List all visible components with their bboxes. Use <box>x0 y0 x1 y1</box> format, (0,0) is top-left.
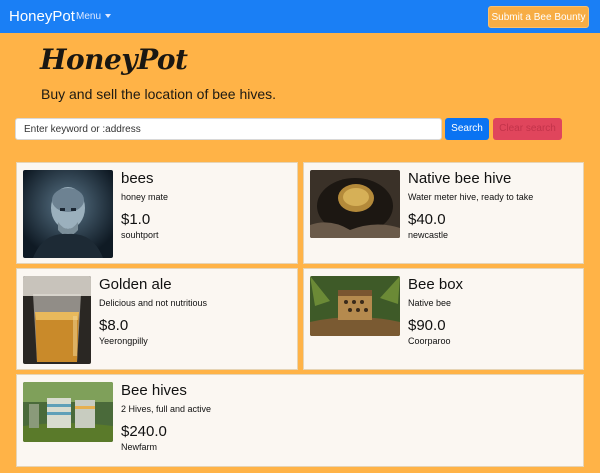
listing-image <box>23 170 113 258</box>
listing-image <box>23 382 113 442</box>
listing-price: $8.0 <box>99 317 129 334</box>
listing-description: Water meter hive, ready to take <box>408 192 534 202</box>
listing-price: $90.0 <box>408 317 446 334</box>
menu-dropdown[interactable]: Menu <box>76 11 112 22</box>
listing-title: Bee hives <box>121 382 187 399</box>
chevron-down-icon <box>105 14 112 19</box>
listing-title: Native bee hive <box>408 170 512 187</box>
listing-description: Delicious and not nutritious <box>99 298 208 308</box>
listing-image <box>310 276 400 336</box>
logo: HoneyPot <box>40 43 188 76</box>
listing-price: $240.0 <box>121 423 167 440</box>
listing-card[interactable]: Bee box Native bee $90.0 Coorparoo <box>303 268 584 370</box>
listing-location: Coorparoo <box>408 336 451 346</box>
search-button[interactable]: Search <box>445 118 489 140</box>
listing-card[interactable]: Native bee hive Water meter hive, ready … <box>303 162 584 264</box>
listing-location: Yeerongpilly <box>99 336 148 346</box>
submit-bounty-button[interactable]: Submit a Bee Bounty <box>488 6 589 28</box>
listing-title: Golden ale <box>99 276 172 293</box>
listing-description: Native bee <box>408 298 452 308</box>
tagline: Buy and sell the location of bee hives. <box>41 86 277 102</box>
listing-location: souhtport <box>121 230 159 240</box>
menu-label: Menu <box>76 11 102 22</box>
listing-card[interactable]: Bee hives 2 Hives, full and active $240.… <box>16 374 584 467</box>
listing-price: $40.0 <box>408 211 446 228</box>
navbar: HoneyPot Menu Submit a Bee Bounty <box>0 0 600 33</box>
search-input[interactable] <box>15 118 442 140</box>
listing-description: 2 Hives, full and active <box>121 404 212 414</box>
listing-image <box>23 276 91 364</box>
listing-price: $1.0 <box>121 211 151 228</box>
listing-description: honey mate <box>121 192 169 202</box>
listing-card[interactable]: Golden ale Delicious and not nutritious … <box>16 268 298 370</box>
clear-search-button[interactable]: Clear search <box>493 118 562 140</box>
listing-card[interactable]: bees honey mate $1.0 souhtport <box>16 162 298 264</box>
listing-location: Newfarm <box>121 442 158 452</box>
listing-location: newcastle <box>408 230 449 240</box>
brand-link[interactable]: HoneyPot <box>9 8 75 25</box>
listing-image <box>310 170 400 238</box>
listing-title: bees <box>121 170 154 187</box>
listing-title: Bee box <box>408 276 464 293</box>
